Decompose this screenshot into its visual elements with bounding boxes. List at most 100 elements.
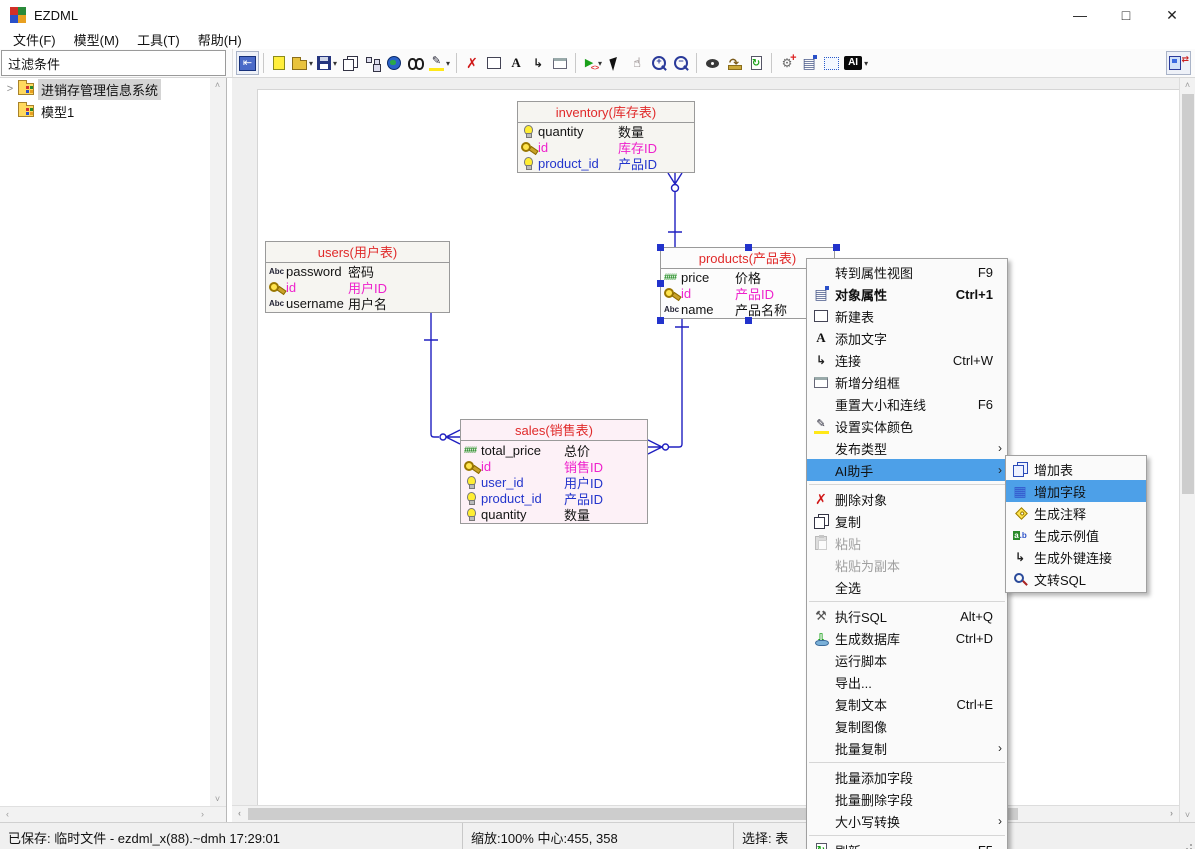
add-frame-button[interactable]: [549, 51, 571, 75]
menubar-item-3[interactable]: 帮助(H): [189, 30, 251, 49]
copy-model-button[interactable]: [339, 51, 361, 75]
entity-field-row[interactable]: username用户名: [266, 295, 449, 312]
context-menu-item-generate-database[interactable]: 生成数据库 Ctrl+D: [807, 627, 1007, 649]
web-publish-button[interactable]: [383, 51, 405, 75]
scrollbar-thumb[interactable]: [1182, 94, 1194, 494]
zoom-in-button[interactable]: [648, 51, 670, 75]
context-menu-item-delete-object[interactable]: 删除对象: [807, 488, 1007, 510]
context-menu-item-new-table[interactable]: 新建表: [807, 305, 1007, 327]
open-file-button[interactable]: ▾: [290, 51, 315, 75]
context-menu-item-copy-text[interactable]: 复制文本 Ctrl+E: [807, 693, 1007, 715]
scroll-down-icon[interactable]: ˅: [210, 792, 225, 806]
add-field-button[interactable]: [776, 51, 798, 75]
context-menu-item-batch-delete-fields[interactable]: 批量删除字段: [807, 788, 1007, 810]
resize-grip[interactable]: [1190, 844, 1192, 846]
context-menu-item-add-text[interactable]: 添加文字: [807, 327, 1007, 349]
canvas-vertical-scrollbar[interactable]: ˄ ˅: [1179, 78, 1195, 822]
object-props-button[interactable]: [798, 51, 820, 75]
ai-submenu-item-gen-sample-values[interactable]: 生成示例值: [1006, 524, 1146, 546]
scroll-right-icon[interactable]: ›: [195, 807, 210, 821]
context-menu-item-goto-property-view[interactable]: 转到属性视图 F9: [807, 261, 1007, 283]
save-button[interactable]: ▾: [315, 51, 339, 75]
selection-handle[interactable]: [657, 280, 664, 287]
select-cursor-button[interactable]: [604, 51, 626, 75]
model-tree-button[interactable]: [361, 51, 383, 75]
entity-field-row[interactable]: product_id 产品ID: [518, 155, 694, 172]
tree-horizontal-scrollbar[interactable]: ‹ ›: [0, 806, 226, 822]
connector-products-sales[interactable]: [647, 319, 689, 455]
selection-handle[interactable]: [657, 244, 664, 251]
entity-title[interactable]: inventory(库存表): [518, 102, 694, 123]
context-menu-item-set-entity-color[interactable]: 设置实体颜色: [807, 415, 1007, 437]
delete-button[interactable]: [461, 51, 483, 75]
selection-handle[interactable]: [657, 317, 664, 324]
ai-submenu-item-gen-fk-connections[interactable]: 生成外键连接: [1006, 546, 1146, 568]
entity-field-row[interactable]: user_id 用户ID: [461, 474, 647, 491]
selection-handle[interactable]: [833, 244, 840, 251]
sync-doc-button[interactable]: [745, 51, 767, 75]
scroll-left-icon[interactable]: ‹: [0, 807, 15, 821]
context-menu-item-reset-size-and-lines[interactable]: 重置大小和连线 F6: [807, 393, 1007, 415]
tree-item-1[interactable]: 模型1: [0, 100, 226, 122]
entity-field-row[interactable]: quantity 数量: [461, 506, 647, 523]
close-button[interactable]: ✕: [1149, 0, 1195, 30]
add-text-button[interactable]: [505, 51, 527, 75]
find-button[interactable]: [405, 51, 427, 75]
minimize-button[interactable]: —: [1057, 0, 1103, 30]
canvas-horizontal-scrollbar[interactable]: ‹ ›: [232, 805, 1179, 822]
preview-button[interactable]: [701, 51, 723, 75]
maximize-button[interactable]: □: [1103, 0, 1149, 30]
dropdown-arrow-icon[interactable]: ▾: [309, 59, 313, 68]
scroll-down-icon[interactable]: ˅: [1180, 808, 1195, 822]
context-menu-item-select-all[interactable]: 全选: [807, 576, 1007, 598]
set-color-button[interactable]: ▾: [427, 51, 452, 75]
menubar-item-1[interactable]: 模型(M): [65, 30, 129, 49]
connector-inventory-products[interactable]: [667, 172, 683, 247]
scroll-right-icon[interactable]: ›: [1164, 806, 1179, 820]
context-menu-item-batch-copy[interactable]: 批量复制 ›: [807, 737, 1007, 759]
context-menu-item-add-group-frame[interactable]: 新增分组框: [807, 371, 1007, 393]
scroll-up-icon[interactable]: ˄: [1180, 78, 1195, 92]
switch-view-button[interactable]: [1166, 51, 1191, 75]
context-menu-item-export[interactable]: 导出...: [807, 671, 1007, 693]
context-menu-item-batch-add-fields[interactable]: 批量添加字段: [807, 766, 1007, 788]
entity-field-row[interactable]: quantity 数量: [518, 124, 694, 140]
entity-inventory[interactable]: inventory(库存表) quantity 数量 id 库存ID product_id…: [517, 101, 695, 173]
tree-vertical-scrollbar[interactable]: ˄ ˅: [210, 78, 226, 806]
dropdown-arrow-icon[interactable]: ▾: [446, 59, 450, 68]
run-sql-button[interactable]: ▾: [580, 51, 604, 75]
pan-hand-button[interactable]: [626, 51, 648, 75]
dropdown-arrow-icon[interactable]: ▾: [333, 59, 337, 68]
entity-field-row[interactable]: id 库存ID: [518, 140, 694, 156]
dropdown-arrow-icon[interactable]: ▾: [864, 59, 868, 68]
selection-handle[interactable]: [744, 244, 752, 251]
menubar-item-0[interactable]: 文件(F): [4, 30, 65, 49]
menubar-item-2[interactable]: 工具(T): [128, 30, 189, 49]
context-menu-item-connect[interactable]: 连接 Ctrl+W: [807, 349, 1007, 371]
context-menu-item-copy[interactable]: 复制: [807, 510, 1007, 532]
context-menu-item-object-properties[interactable]: 对象属性 Ctrl+1: [807, 283, 1007, 305]
context-menu-item-refresh[interactable]: 刷新 F5: [807, 839, 1007, 849]
entity-field-row[interactable]: id 销售ID: [461, 458, 647, 475]
toggle-tree-panel-button[interactable]: [236, 51, 259, 75]
ai-submenu-item-gen-comments[interactable]: 生成注释: [1006, 502, 1146, 524]
ai-assistant-button[interactable]: ▾: [842, 51, 870, 75]
new-file-button[interactable]: [268, 51, 290, 75]
entity-title[interactable]: sales(销售表): [461, 420, 647, 441]
ai-submenu-item-add-table[interactable]: 增加表: [1006, 458, 1146, 480]
scroll-up-icon[interactable]: ˄: [210, 78, 225, 92]
tree-item-0[interactable]: > 进销存管理信息系统: [0, 78, 226, 100]
connector-users-sales[interactable]: [424, 313, 461, 445]
context-menu-item-publish-type[interactable]: 发布类型 ›: [807, 437, 1007, 459]
tree-expander-icon[interactable]: >: [4, 83, 16, 95]
diagram-canvas[interactable]: inventory(库存表) quantity 数量 id 库存ID product_id…: [232, 78, 1179, 805]
export-button[interactable]: [723, 51, 745, 75]
selection-handle[interactable]: [744, 317, 752, 324]
entity-field-row[interactable]: product_id 产品ID: [461, 490, 647, 507]
entity-users[interactable]: users(用户表)password密码id用户IDusername用户名: [265, 241, 450, 313]
new-table-button[interactable]: [483, 51, 505, 75]
context-menu-item-run-script[interactable]: 运行脚本: [807, 649, 1007, 671]
filter-input[interactable]: [1, 50, 226, 76]
ai-submenu-item-text-to-sql[interactable]: 文转SQL: [1006, 568, 1146, 590]
entity-sales[interactable]: sales(销售表)total_price总价id销售IDuser_id用户ID…: [460, 419, 648, 524]
